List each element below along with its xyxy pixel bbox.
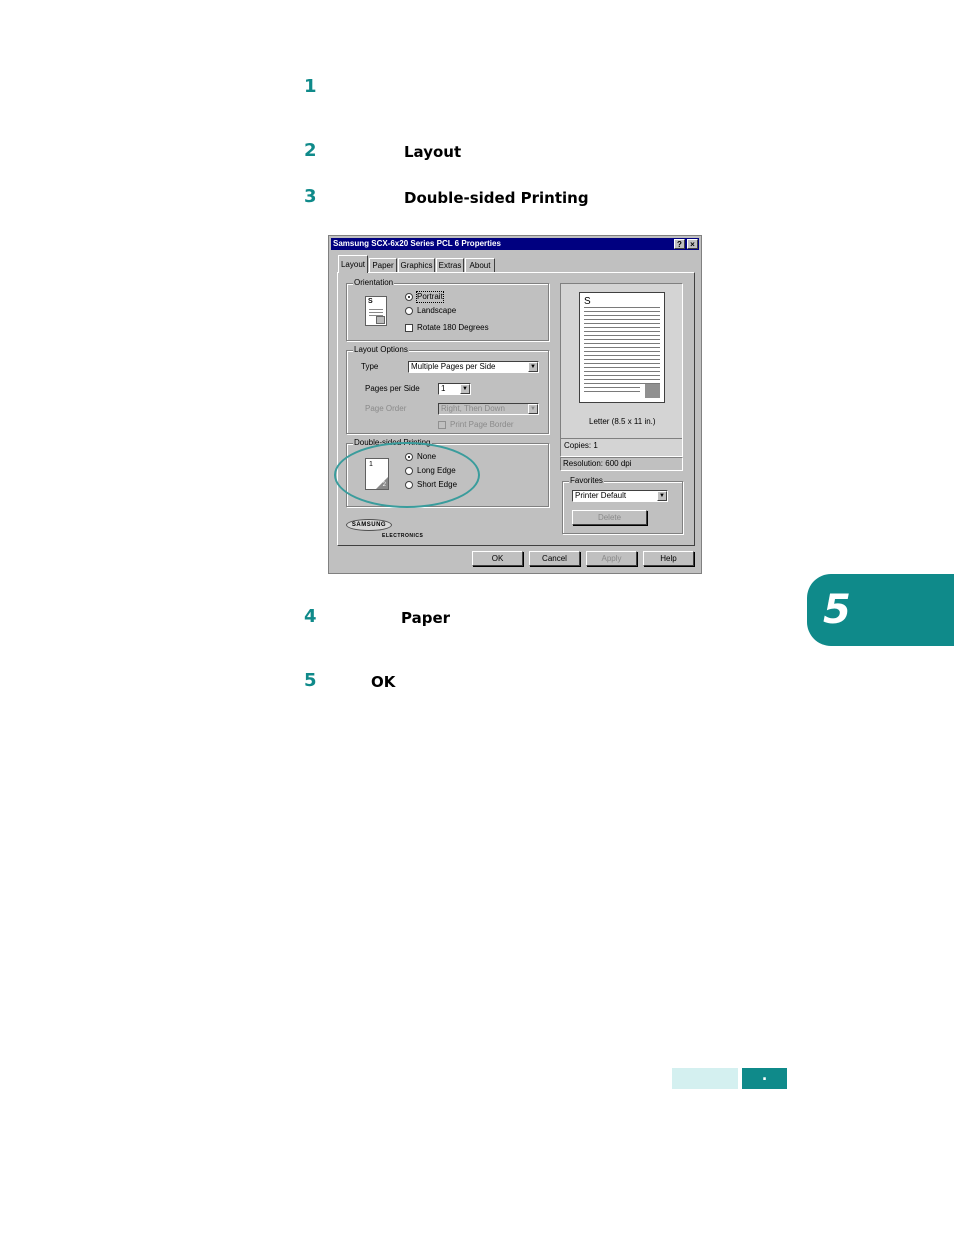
orientation-group: Orientation S Portrait Landscape Rotate … — [346, 278, 549, 341]
chevron-down-icon[interactable]: ▼ — [528, 404, 538, 414]
preview-text-line — [584, 379, 660, 380]
landscape-label[interactable]: Landscape — [417, 306, 456, 316]
step-number-4: 4 — [304, 606, 317, 627]
page-order-dropdown[interactable]: Right, Then Down ▼ — [438, 403, 539, 415]
portrait-page-icon: S — [365, 296, 387, 326]
page-border-checkbox[interactable] — [438, 421, 446, 429]
preview-text-line — [584, 387, 640, 388]
copies-label: Copies: 1 — [564, 441, 598, 450]
step-keyword-double-sided: Double-sided Printing — [404, 189, 589, 207]
preview-text-line — [584, 311, 660, 312]
apply-button[interactable]: Apply — [586, 551, 637, 566]
samsung-logo: SAMSUNG — [346, 519, 392, 531]
favorites-group: Favorites Printer Default ▼ Delete — [562, 476, 683, 534]
paper-size-label: Letter (8.5 x 11 in.) — [589, 417, 656, 426]
portrait-label[interactable]: Portrait — [416, 291, 444, 303]
preview-text-line — [584, 363, 660, 364]
resolution-label: Resolution: 600 dpi — [563, 459, 632, 468]
orientation-label: Orientation — [353, 278, 395, 287]
step-keyword-ok: OK — [371, 673, 396, 691]
step-keyword-paper: Paper — [401, 609, 451, 627]
pages-per-side-label: Pages per Side — [365, 384, 420, 393]
type-label: Type — [361, 362, 379, 371]
dialog-titlebar: Samsung SCX-6x20 Series PCL 6 Properties… — [331, 238, 699, 250]
portrait-radio[interactable] — [405, 293, 413, 301]
ok-button[interactable]: OK — [472, 551, 523, 566]
preview-text-line — [584, 327, 660, 328]
layout-tab-panel: Orientation S Portrait Landscape Rotate … — [334, 272, 695, 546]
resolution-box: Resolution: 600 dpi — [560, 457, 683, 471]
chevron-down-icon[interactable]: ▼ — [657, 491, 667, 501]
preview-text-line — [584, 351, 660, 352]
favorites-dropdown[interactable]: Printer Default ▼ — [572, 490, 668, 502]
tab-layout[interactable]: Layout — [338, 255, 368, 273]
chevron-down-icon[interactable]: ▼ — [528, 362, 538, 372]
help-icon[interactable]: ? — [674, 239, 685, 249]
preview-image-block — [645, 384, 660, 398]
type-dropdown[interactable]: Multiple Pages per Side ▼ — [408, 361, 539, 373]
step-number-2: 2 — [304, 140, 317, 161]
preview-text-line — [584, 371, 660, 372]
step-number-1: 1 — [304, 76, 317, 97]
landscape-radio[interactable] — [405, 307, 413, 315]
chevron-down-icon[interactable]: ▼ — [460, 384, 470, 394]
preview-text-line — [584, 319, 660, 320]
page-border-label: Print Page Border — [450, 420, 514, 429]
type-value: Multiple Pages per Side — [411, 362, 496, 371]
cancel-button[interactable]: Cancel — [529, 551, 580, 566]
favorites-value: Printer Default — [575, 491, 627, 500]
preview-pane: S Letter (8.5 x 11 in.) Copies: 1 — [560, 283, 683, 457]
layout-options-group: Layout Options Type Multiple Pages per S… — [346, 345, 549, 434]
preview-text-line — [584, 359, 660, 360]
footer-dot: . — [761, 1068, 768, 1084]
help-button[interactable]: Help — [643, 551, 694, 566]
printer-properties-dialog: Samsung SCX-6x20 Series PCL 6 Properties… — [328, 235, 702, 574]
tab-about[interactable]: About — [465, 258, 495, 272]
highlight-ellipse — [334, 442, 480, 508]
tab-paper[interactable]: Paper — [369, 258, 397, 272]
preview-text-line — [584, 307, 660, 308]
preview-text-line — [584, 323, 660, 324]
chapter-tab: 5 — [807, 574, 954, 646]
page-order-label: Page Order — [365, 404, 407, 413]
close-icon[interactable]: × — [687, 239, 698, 249]
dialog-title: Samsung SCX-6x20 Series PCL 6 Properties — [333, 239, 501, 248]
preview-text-line — [584, 343, 660, 344]
preview-text-line — [584, 335, 660, 336]
preview-text-line — [584, 375, 660, 376]
tab-extras[interactable]: Extras — [436, 258, 464, 272]
chapter-number: 5 — [823, 587, 851, 633]
preview-text-line — [584, 391, 640, 392]
pages-per-side-dropdown[interactable]: 1 ▼ — [438, 383, 471, 395]
preview-text-line — [584, 347, 660, 348]
footer-light-bar — [672, 1068, 738, 1089]
rotate-checkbox[interactable] — [405, 324, 413, 332]
rotate-label[interactable]: Rotate 180 Degrees — [417, 323, 489, 333]
preview-text-line — [584, 331, 660, 332]
preview-text-line — [584, 339, 660, 340]
preview-page: S — [579, 292, 665, 403]
preview-text-line — [584, 355, 660, 356]
layout-options-label: Layout Options — [353, 345, 409, 354]
favorites-label: Favorites — [569, 476, 604, 485]
preview-logo-letter: S — [584, 296, 591, 307]
delete-button[interactable]: Delete — [572, 510, 647, 525]
logo-brand: SAMSUNG — [351, 522, 387, 528]
preview-text-line — [584, 315, 660, 316]
step-number-3: 3 — [304, 186, 317, 207]
preview-text-line — [584, 367, 660, 368]
logo-subtext: ELECTRONICS — [382, 533, 424, 539]
pages-per-side-value: 1 — [441, 384, 446, 393]
footer-page-bar: . — [742, 1068, 787, 1089]
page-order-value: Right, Then Down — [441, 404, 505, 413]
tab-graphics[interactable]: Graphics — [398, 258, 435, 272]
step-keyword-layout: Layout — [404, 143, 462, 161]
step-number-5: 5 — [304, 670, 317, 691]
